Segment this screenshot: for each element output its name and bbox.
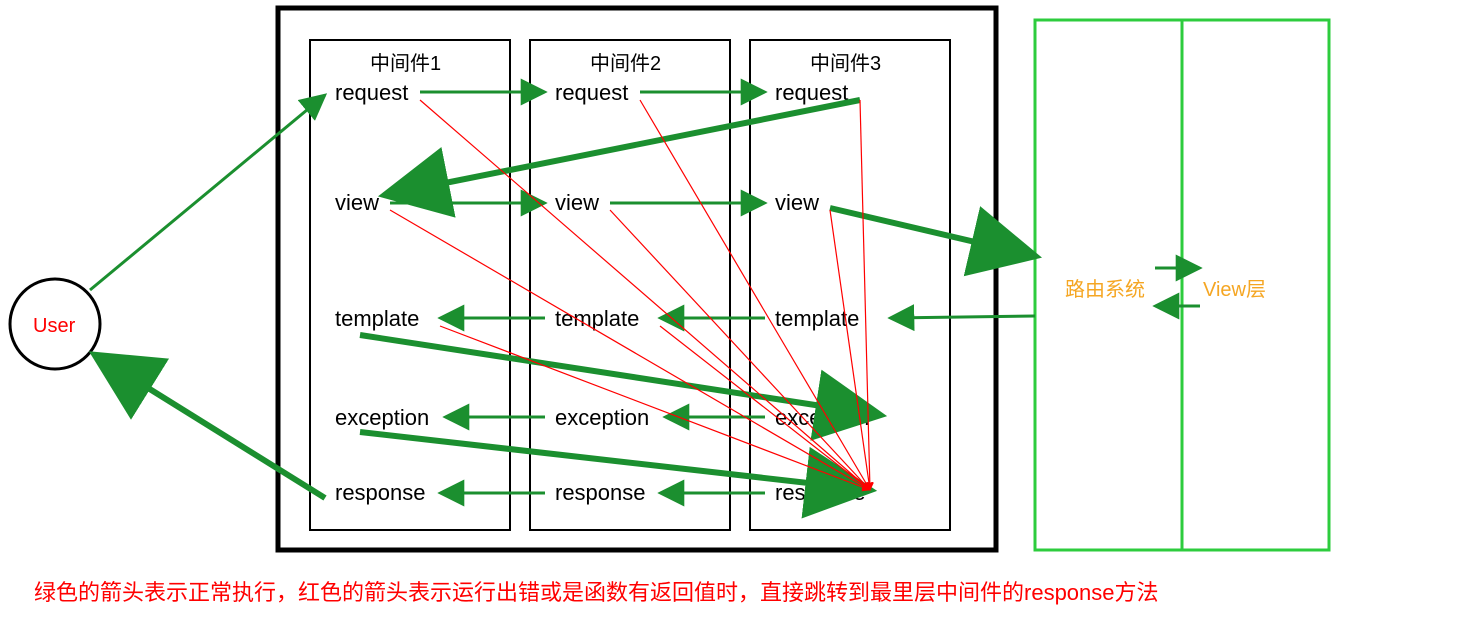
caption: 绿色的箭头表示正常执行，红色的箭头表示运行出错或是函数有返回值时，直接跳转到最里… <box>34 580 1159 605</box>
mw-row-request: request <box>335 80 408 105</box>
mw-row-exception: exception <box>555 405 649 430</box>
middleware-title: 中间件1 <box>370 52 441 75</box>
routing-label: 路由系统 <box>1065 278 1145 301</box>
mw-row-view: view <box>555 190 599 215</box>
red-arrows <box>390 100 870 490</box>
mw-row-view: view <box>335 190 379 215</box>
middleware-title: 中间件3 <box>810 52 881 75</box>
mw-row-template: template <box>335 306 419 331</box>
mw-row-template: template <box>555 306 639 331</box>
mw-row-view: view <box>775 190 819 215</box>
viewlayer-label: View层 <box>1203 279 1266 301</box>
user-label: User <box>33 315 76 337</box>
mw-row-exception: exception <box>335 405 429 430</box>
mw-row-response: response <box>335 480 426 505</box>
mw-row-request: request <box>555 80 628 105</box>
middleware-box-1: 中间件1 request view template exception res… <box>310 40 510 530</box>
mw-row-request: request <box>775 80 848 105</box>
mw-row-response: response <box>555 480 646 505</box>
middleware-title: 中间件2 <box>590 52 661 75</box>
